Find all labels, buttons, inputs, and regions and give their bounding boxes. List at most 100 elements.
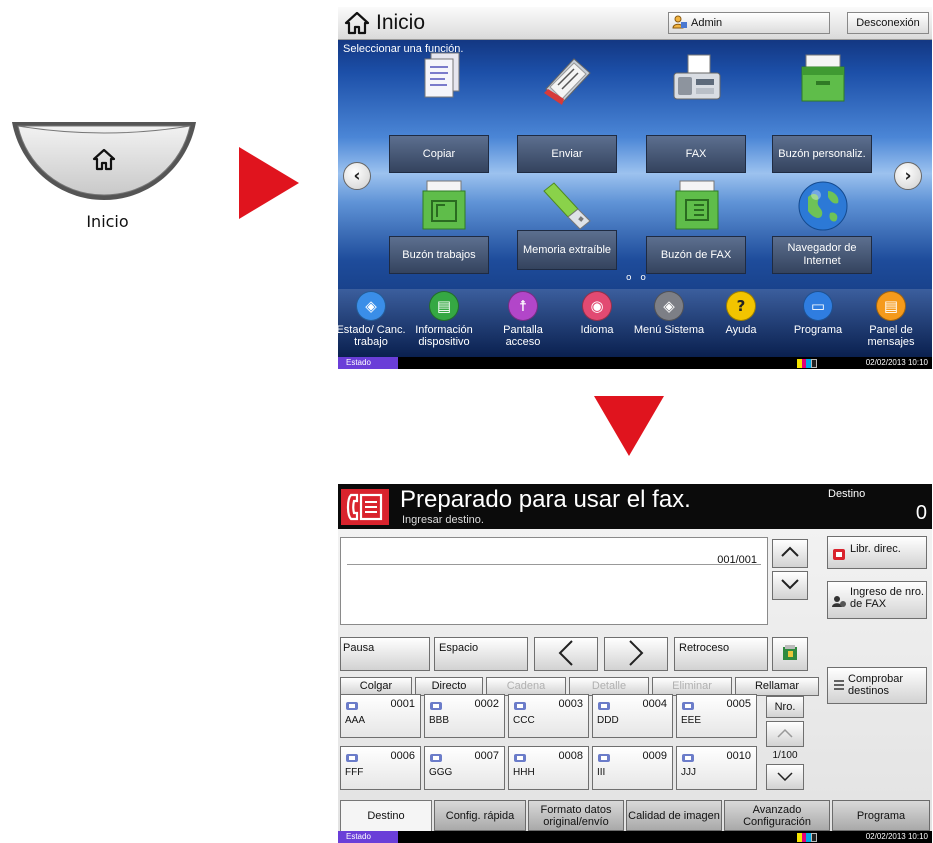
one-touch-key[interactable]: 0007 GGG xyxy=(424,746,505,790)
tab-image-quality[interactable]: Calidad de imagen xyxy=(626,800,722,831)
home-screen: Inicio Admin Desconexión Seleccionar una… xyxy=(338,7,932,369)
function-internet-browser[interactable]: Navegador de Internet xyxy=(772,236,872,274)
next-page-button[interactable]: › xyxy=(894,162,922,190)
address-book-icon xyxy=(832,547,846,564)
user-icon xyxy=(672,14,688,33)
function-send[interactable]: Enviar xyxy=(517,135,617,173)
fax-number-entry-button[interactable]: Ingreso de nro. de FAX xyxy=(827,581,927,619)
address-book-button[interactable]: Libr. direc. xyxy=(827,536,927,569)
space-button[interactable]: Espacio xyxy=(434,637,528,671)
tab-destination[interactable]: Destino xyxy=(340,800,432,831)
function-fax-box[interactable]: Buzón de FAX xyxy=(646,236,746,274)
system-menu-icon: ◈ xyxy=(654,291,684,321)
tab-program[interactable]: Programa xyxy=(832,800,930,831)
fax-icon[interactable] xyxy=(668,49,726,107)
status-bar: Estado 02/02/2013 10:10 xyxy=(338,831,932,843)
tab-quick-setup[interactable]: Config. rápida xyxy=(434,800,526,831)
cursor-right-button[interactable] xyxy=(604,637,668,671)
arrow-right-icon xyxy=(239,147,299,219)
date-time: 02/02/2013 10:10 xyxy=(865,832,928,841)
fax-function-icon xyxy=(341,489,389,525)
language-icon: ◉ xyxy=(582,291,612,321)
toner-level-icon xyxy=(797,833,817,842)
home-key-label: Inicio xyxy=(86,212,129,231)
help-icon: ? xyxy=(726,291,756,321)
function-removable-memory[interactable]: Memoria extraíble xyxy=(517,230,617,270)
page-title: Inicio xyxy=(376,11,426,34)
fax-destination-icon xyxy=(346,698,358,710)
home-key[interactable] xyxy=(10,118,198,202)
list-icon xyxy=(833,679,845,694)
function-copy[interactable]: Copiar xyxy=(389,135,489,173)
custom-box-icon[interactable] xyxy=(794,49,852,107)
one-touch-key[interactable]: 0010 JJJ xyxy=(676,746,757,790)
page-down-button[interactable] xyxy=(766,764,804,790)
backspace-button[interactable]: Retroceso xyxy=(674,637,768,671)
status-icon: ◈ xyxy=(356,291,386,321)
dock-accessibility-display[interactable]: ☨ Pantalla acceso xyxy=(486,291,560,348)
send-icon[interactable] xyxy=(538,49,596,107)
dock-message-board[interactable]: ▤ Panel de mensajes xyxy=(854,291,928,348)
previous-page-button[interactable]: ‹ xyxy=(343,162,371,190)
globe-icon[interactable] xyxy=(794,177,852,235)
one-touch-key[interactable]: 0004 DDD xyxy=(592,694,673,738)
function-fax[interactable]: FAX xyxy=(646,135,746,173)
chevron-left-icon: ‹ xyxy=(353,166,361,186)
one-touch-key[interactable]: 0001 AAA xyxy=(340,694,421,738)
dock-program[interactable]: ▭ Programa xyxy=(781,291,855,336)
job-box-icon[interactable] xyxy=(415,177,473,235)
fax-destination-icon xyxy=(430,698,442,710)
one-touch-key[interactable]: 0008 HHH xyxy=(508,746,589,790)
dock-help[interactable]: ? Ayuda xyxy=(704,291,778,336)
fax-destination-icon xyxy=(682,750,694,762)
page-indicator: o o xyxy=(626,273,649,283)
check-destinations-button[interactable]: Comprobar destinos xyxy=(827,667,927,704)
home-icon xyxy=(344,10,370,36)
fax-destination-icon xyxy=(598,698,610,710)
page-title: Preparado para usar el fax. xyxy=(400,486,691,513)
status-bar: Estado 02/02/2013 10:10 xyxy=(338,357,932,369)
fax-destination-icon xyxy=(430,750,442,762)
accessibility-icon: ☨ xyxy=(508,291,538,321)
one-touch-key[interactable]: 0002 BBB xyxy=(424,694,505,738)
usb-icon[interactable] xyxy=(538,177,596,235)
fax-destination-icon xyxy=(514,750,526,762)
logout-button[interactable]: Desconexión xyxy=(847,12,929,34)
chevron-right-icon xyxy=(628,639,644,670)
dock-device-info[interactable]: ▤ Información dispositivo xyxy=(407,291,481,348)
tab-original-format[interactable]: Formato datos original/envío xyxy=(528,800,624,831)
page-up-button[interactable] xyxy=(766,721,804,747)
cursor-left-button[interactable] xyxy=(534,637,598,671)
fax-destination-icon xyxy=(514,698,526,710)
admin-button[interactable]: Admin xyxy=(668,12,830,34)
one-touch-key[interactable]: 0006 FFF xyxy=(340,746,421,790)
dock-language[interactable]: ◉ Idioma xyxy=(560,291,634,336)
status-tab[interactable]: Estado xyxy=(338,831,398,843)
date-time: 02/02/2013 10:10 xyxy=(865,358,928,367)
destination-entry-field[interactable]: 001/001 xyxy=(340,537,768,625)
dock-status-job-cancel[interactable]: ◈ Estado/ Canc. trabajo xyxy=(338,291,408,348)
pause-button[interactable]: Pausa xyxy=(340,637,430,671)
copy-icon[interactable] xyxy=(415,49,473,107)
person-icon xyxy=(832,594,846,611)
one-touch-key[interactable]: 0009 III xyxy=(592,746,673,790)
scroll-up-button[interactable] xyxy=(772,539,808,568)
number-search-button[interactable]: Nro. xyxy=(766,696,804,718)
entry-divider xyxy=(347,564,761,565)
destination-count: 0 xyxy=(915,502,927,524)
address-book-shortcut-button[interactable] xyxy=(772,637,808,671)
function-custom-box[interactable]: Buzón personaliz. xyxy=(772,135,872,173)
device-info-icon: ▤ xyxy=(429,291,459,321)
book-icon xyxy=(781,644,799,665)
tab-advanced-setup[interactable]: Avanzado Configuración xyxy=(724,800,830,831)
one-touch-key[interactable]: 0003 CCC xyxy=(508,694,589,738)
dock-system-menu[interactable]: ◈ Menú Sistema xyxy=(632,291,706,336)
scroll-down-button[interactable] xyxy=(772,571,808,600)
home-header xyxy=(338,7,932,40)
fax-box-icon[interactable] xyxy=(668,177,726,235)
function-job-box[interactable]: Buzón trabajos xyxy=(389,236,489,274)
one-touch-key[interactable]: 0005 EEE xyxy=(676,694,757,738)
status-tab[interactable]: Estado xyxy=(338,357,398,369)
admin-label: Admin xyxy=(691,17,723,29)
subtitle: Ingresar destino. xyxy=(402,514,484,526)
